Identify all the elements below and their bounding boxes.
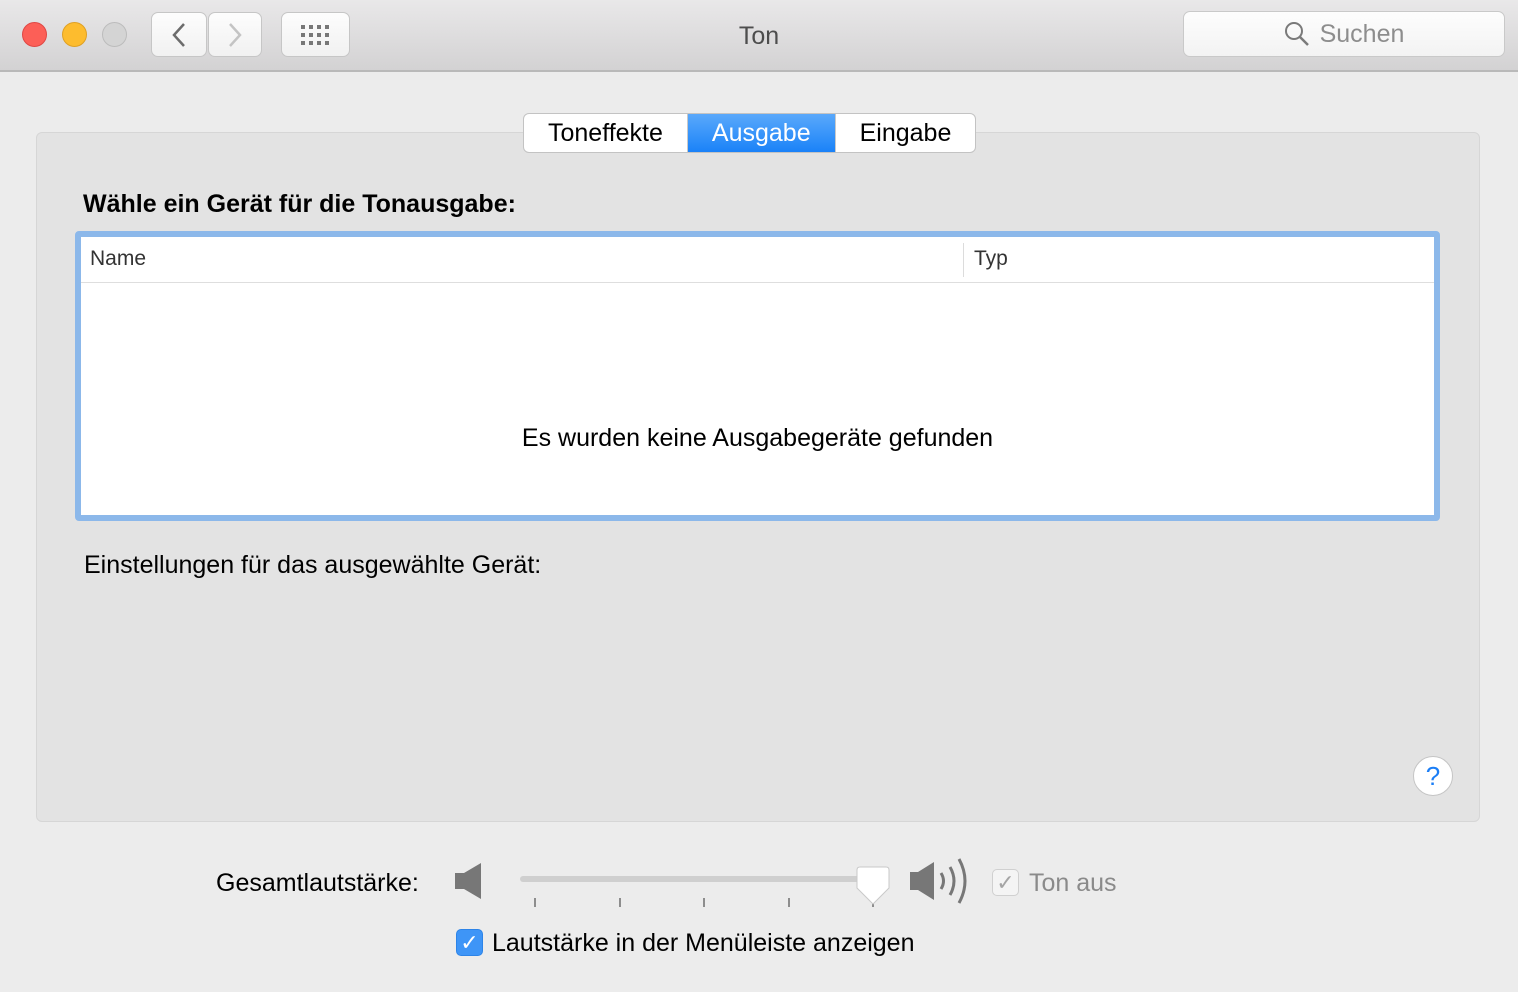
settings-label: Einstellungen für das ausgewählte Gerät: bbox=[84, 551, 542, 579]
title-bar: Ton Suchen bbox=[0, 0, 1518, 72]
menubar-volume-checkbox[interactable]: ✓ bbox=[456, 929, 483, 956]
help-button[interactable]: ? bbox=[1413, 756, 1453, 796]
slider-tick bbox=[788, 898, 790, 907]
column-divider bbox=[963, 243, 964, 277]
empty-message: Es wurden keine Ausgabegeräte gefunden bbox=[521, 424, 994, 452]
search-placeholder: Suchen bbox=[1319, 19, 1405, 48]
speaker-high-icon bbox=[910, 858, 967, 904]
menubar-volume-label[interactable]: Lautstärke in der Menüleiste anzeigen bbox=[492, 929, 915, 958]
column-header-name[interactable]: Name bbox=[90, 247, 146, 271]
tab-eingabe[interactable]: Eingabe bbox=[836, 114, 976, 152]
mute-label: Ton aus bbox=[1029, 869, 1117, 897]
search-input[interactable]: Suchen bbox=[1183, 11, 1505, 57]
slider-tick bbox=[619, 898, 621, 907]
volume-slider-thumb[interactable] bbox=[856, 866, 890, 906]
output-device-table[interactable]: Name Typ Es wurden keine Ausgabegeräte g… bbox=[75, 231, 1440, 521]
volume-slider[interactable] bbox=[520, 876, 875, 882]
tab-toneffekte[interactable]: Toneffekte bbox=[524, 114, 688, 152]
slider-tick bbox=[534, 898, 536, 907]
tab-ausgabe[interactable]: Ausgabe bbox=[687, 114, 836, 152]
column-header-typ[interactable]: Typ bbox=[974, 247, 1008, 271]
volume-label: Gesamtlautstärke: bbox=[216, 869, 419, 897]
table-header: Name Typ bbox=[81, 237, 1434, 283]
speaker-low-icon bbox=[455, 863, 481, 899]
output-heading: Wähle ein Gerät für die Tonausgabe: bbox=[83, 190, 516, 218]
tab-bar: Toneffekte Ausgabe Eingabe bbox=[523, 113, 977, 153]
mute-checkbox[interactable]: ✓ bbox=[992, 869, 1019, 896]
search-icon bbox=[1284, 22, 1309, 46]
slider-tick bbox=[703, 898, 705, 907]
